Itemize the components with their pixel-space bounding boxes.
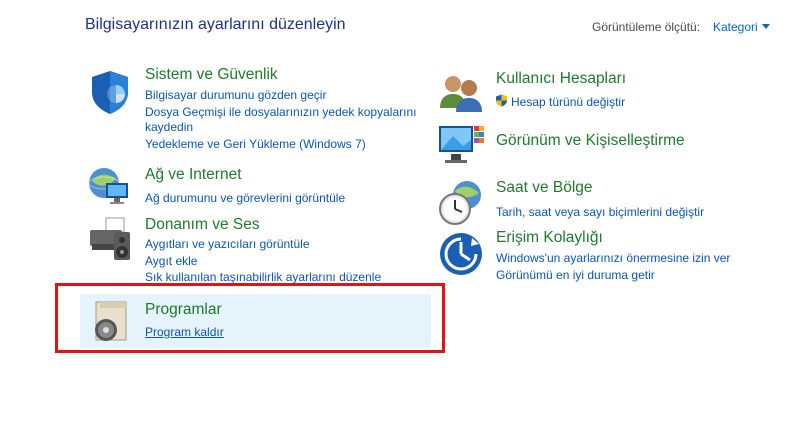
programs-disc-icon[interactable]: [88, 298, 136, 346]
category-programs[interactable]: Programlar: [145, 301, 222, 319]
link-file-history-cont[interactable]: kaydedin: [145, 120, 193, 134]
network-globe-icon[interactable]: [86, 163, 134, 211]
users-icon[interactable]: [437, 68, 485, 116]
link-devices-printers[interactable]: Aygıtları ve yazıcıları görüntüle: [145, 237, 310, 251]
link-mobility-settings[interactable]: Sık kullanılan taşınabilirlik ayarlarını…: [145, 270, 381, 284]
link-backup-restore[interactable]: Yedekleme ve Geri Yükleme (Windows 7): [145, 137, 366, 151]
category-user-accounts[interactable]: Kullanıcı Hesapları: [496, 70, 626, 88]
category-clock-region[interactable]: Saat ve Bölge: [496, 179, 593, 197]
link-review-status[interactable]: Bilgisayar durumunu gözden geçir: [145, 88, 326, 102]
clock-globe-icon[interactable]: [437, 179, 485, 227]
link-change-account-type[interactable]: Hesap türünü değiştir: [511, 95, 625, 109]
link-file-history[interactable]: Dosya Geçmişi ile dosyalarınızın yedek k…: [145, 105, 416, 119]
view-by-label: Görüntüleme ölçütü:: [592, 20, 701, 34]
link-add-device[interactable]: Aygıt ekle: [145, 254, 197, 268]
view-by-dropdown[interactable]: Kategori: [713, 20, 758, 34]
monitor-personalize-icon[interactable]: [437, 122, 485, 170]
uac-shield-icon: [495, 94, 508, 112]
printer-icon[interactable]: [86, 216, 134, 264]
category-appearance-personalization[interactable]: Görünüm ve Kişiselleştirme: [496, 132, 685, 150]
category-hardware-sound[interactable]: Donanım ve Ses: [145, 216, 260, 234]
link-date-time-formats[interactable]: Tarih, saat veya sayı biçimlerini değişt…: [496, 205, 704, 219]
category-ease-of-access[interactable]: Erişim Kolaylığı: [496, 229, 603, 247]
chevron-down-icon[interactable]: [762, 24, 770, 29]
link-let-windows-suggest[interactable]: Windows'un ayarlarınızı önermesine izin …: [496, 251, 730, 265]
category-system-security[interactable]: Sistem ve Güvenlik: [145, 66, 278, 84]
link-network-status[interactable]: Ağ durumunu ve görevlerini görüntüle: [145, 191, 345, 205]
shield-icon[interactable]: [86, 68, 134, 116]
page-title: Bilgisayarınızın ayarlarını düzenleyin: [85, 16, 346, 33]
category-network-internet[interactable]: Ağ ve Internet: [145, 166, 242, 184]
ease-of-access-icon[interactable]: [437, 230, 485, 278]
link-optimize-display[interactable]: Görünümü en iyi duruma getir: [496, 268, 655, 282]
link-uninstall-program[interactable]: Program kaldır: [145, 325, 224, 339]
